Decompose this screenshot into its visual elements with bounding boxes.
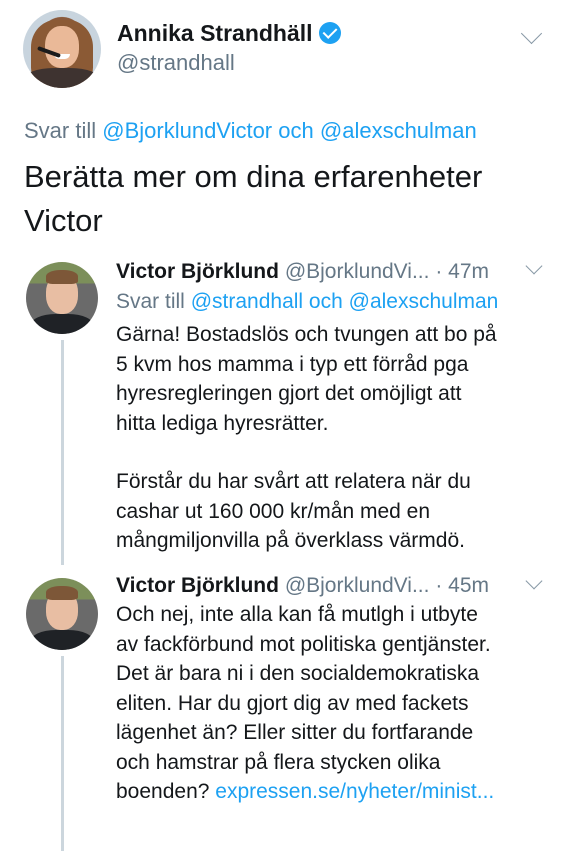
- avatar-face: [45, 26, 79, 68]
- mention-link[interactable]: @alexschulman: [349, 290, 499, 313]
- reply-text-line: hyresregleringen gjort det omöjligt att: [116, 382, 462, 405]
- reply-text-line: hitta lediga hyresrätter.: [116, 411, 329, 435]
- reply-text-fragment: boenden?: [116, 780, 210, 803]
- reply-display-name[interactable]: Victor Björklund: [116, 260, 279, 283]
- mention-link[interactable]: @alexschulman: [320, 118, 477, 143]
- reply-header[interactable]: Victor Björklund @BjorklundVi... · 45m: [116, 572, 489, 600]
- reply-text-line: Det är bara ni i den socialdemokratiska: [116, 662, 480, 685]
- avatar-shirt: [30, 314, 94, 334]
- avatar-hair: [46, 586, 78, 600]
- reply-timestamp[interactable]: · 45m: [435, 574, 489, 597]
- avatar-hair: [46, 270, 78, 284]
- chevron-down-icon[interactable]: [520, 22, 543, 45]
- avatar-shoulder: [23, 68, 101, 88]
- reply-text-line: Och nej, inte alla kan få mutlgh i utbyt…: [116, 603, 478, 626]
- avatar[interactable]: [23, 10, 101, 88]
- reply-context: Svar till @strandhall och @alexschulman: [116, 288, 498, 316]
- reply-header[interactable]: Victor Björklund @BjorklundVi... · 47m: [116, 258, 489, 286]
- reply-text-line: eliten. Har du gjort dig av med fackets: [116, 691, 469, 715]
- chevron-down-icon[interactable]: [525, 257, 543, 275]
- reply-text-line: Förstår du har svårt att relatera när du: [116, 470, 471, 493]
- mention-link[interactable]: @strandhall: [191, 290, 303, 313]
- reply-text-line: 5 kvm hos mamma i typ ett förråd pga: [116, 352, 469, 376]
- reply-avatar[interactable]: [26, 578, 98, 650]
- reply-prefix: Svar till: [24, 118, 97, 143]
- reply-text-line: boenden? expressen.se/nyheter/minist...: [116, 777, 556, 807]
- reply-display-name[interactable]: Victor Björklund: [116, 574, 279, 597]
- thread-line: [61, 656, 64, 851]
- tweet-text-line: Victor: [24, 203, 103, 238]
- verified-badge-icon: [318, 22, 341, 44]
- reply-handle[interactable]: @BjorklundVi...: [285, 260, 430, 283]
- avatar-shirt: [30, 630, 94, 650]
- tweet-text-line: Berätta mer om dina erfarenheter: [24, 159, 483, 194]
- tweet-text: Berätta mer om dina erfarenheter Victor: [24, 155, 482, 243]
- article-link[interactable]: expressen.se/nyheter/minist...: [215, 780, 494, 803]
- reply-text-line: av fackförbund mot politiska gentjänster…: [116, 632, 491, 656]
- author-name-row[interactable]: Annika Strandhäll: [117, 20, 341, 47]
- reply-handle[interactable]: @BjorklundVi...: [285, 574, 430, 597]
- thread-line: [61, 340, 64, 565]
- reply-text: Gärna! Bostadslös och tvungen att bo på …: [116, 320, 556, 556]
- reply-text-line: cashar ut 160 000 kr/mån med en: [116, 499, 431, 523]
- reply-text-line: Gärna! Bostadslös och tvungen att bo på: [116, 323, 497, 346]
- chevron-down-icon[interactable]: [525, 572, 543, 590]
- reply-avatar[interactable]: [26, 262, 98, 334]
- reply-text-line: mångmiljonvilla på överklass värmdö.: [116, 529, 465, 552]
- reply-conjunction: och: [278, 118, 314, 143]
- author-handle[interactable]: @strandhall: [117, 50, 235, 76]
- reply-text-line: lägenhet än? Eller sitter du fortfarande: [116, 721, 474, 744]
- reply-text-line: och hamstrar på flera stycken olika: [116, 750, 441, 774]
- author-display-name[interactable]: Annika Strandhäll: [117, 20, 313, 46]
- reply-prefix: Svar till: [116, 290, 185, 313]
- reply-context: Svar till @BjorklundVictor och @alexschu…: [24, 118, 477, 144]
- reply-text: Och nej, inte alla kan få mutlgh i utbyt…: [116, 600, 556, 807]
- mention-link[interactable]: @BjorklundVictor: [102, 118, 272, 143]
- reply-conjunction: och: [308, 290, 343, 313]
- reply-timestamp[interactable]: · 47m: [435, 260, 489, 283]
